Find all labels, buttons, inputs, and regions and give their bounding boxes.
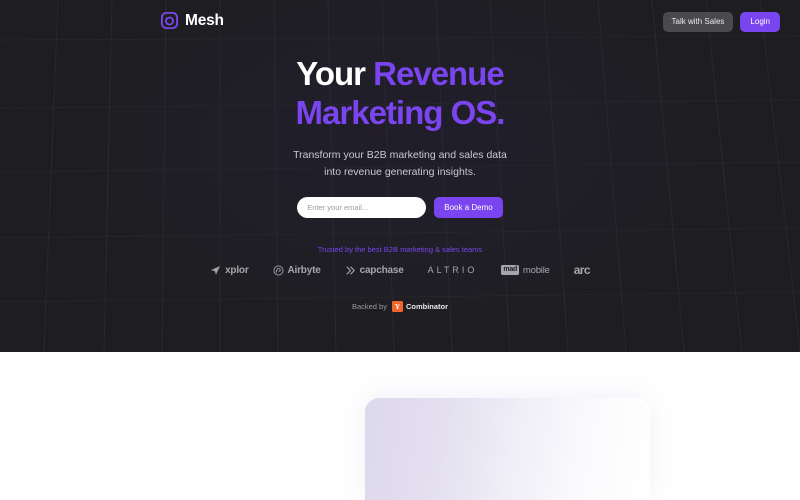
subheading-line-1: Transform your B2B marketing and sales d… [293,149,507,161]
logo-label: capchase [359,264,404,276]
mesh-logo-icon [160,11,179,30]
y-combinator-icon: Y [391,301,403,312]
talk-with-sales-button[interactable]: Talk with Sales [662,12,734,32]
backed-by-row: Backed by Y Combinator [0,301,800,312]
hero-subheading: Transform your B2B marketing and sales d… [0,147,800,181]
headline-part-white: Your [296,55,374,92]
y-combinator-label: Combinator [405,302,449,311]
hero-headline: Your Revenue Marketing OS. [0,55,800,132]
logo-label: ALTRIO [427,265,478,275]
capchase-chevrons-icon [346,266,355,274]
logo-label: xplor [225,264,249,276]
logo-arc: arc [573,263,591,277]
email-signup-form: Book a Demo [0,197,800,218]
paper-plane-icon [211,265,221,275]
subheading-line-2: into revenue generating insights. [324,166,476,178]
mad-box-icon: mad [501,264,519,276]
brand-logo[interactable]: Mesh [160,11,224,30]
login-button[interactable]: Login [740,12,780,32]
product-preview-card [365,398,650,500]
backed-by-label: Backed by [351,302,387,311]
logo-label: mobile [522,264,550,276]
book-demo-button[interactable]: Book a Demo [434,197,503,218]
logo-airbyte: Airbyte [273,265,321,276]
logo-label: arc [573,263,591,277]
email-input[interactable] [297,197,427,218]
nav-actions: Talk with Sales Login [662,12,780,32]
hero-section: Mesh Talk with Sales Login Your Revenue … [0,0,800,352]
customer-logo-strip: xplor Airbyte capchase ALTRIO mad mobile… [0,263,800,277]
top-navigation: Mesh Talk with Sales Login [0,0,800,44]
y-combinator-badge: Y Combinator [391,301,449,312]
logo-capchase: capchase [345,265,404,276]
headline-part-accent-1: Revenue [373,55,505,92]
brand-name: Mesh [185,11,224,29]
headline-part-accent-2: Marketing OS. [295,93,506,131]
logo-altrio: ALTRIO [428,265,478,275]
logo-label: Airbyte [287,264,321,276]
lower-white-section [0,352,800,500]
logo-xplor: xplor [210,264,249,276]
airbyte-spiral-icon [273,265,283,275]
logo-mad-mobile: mad mobile [501,264,550,276]
trust-line: Trusted by the best B2B marketing & sale… [317,245,483,254]
